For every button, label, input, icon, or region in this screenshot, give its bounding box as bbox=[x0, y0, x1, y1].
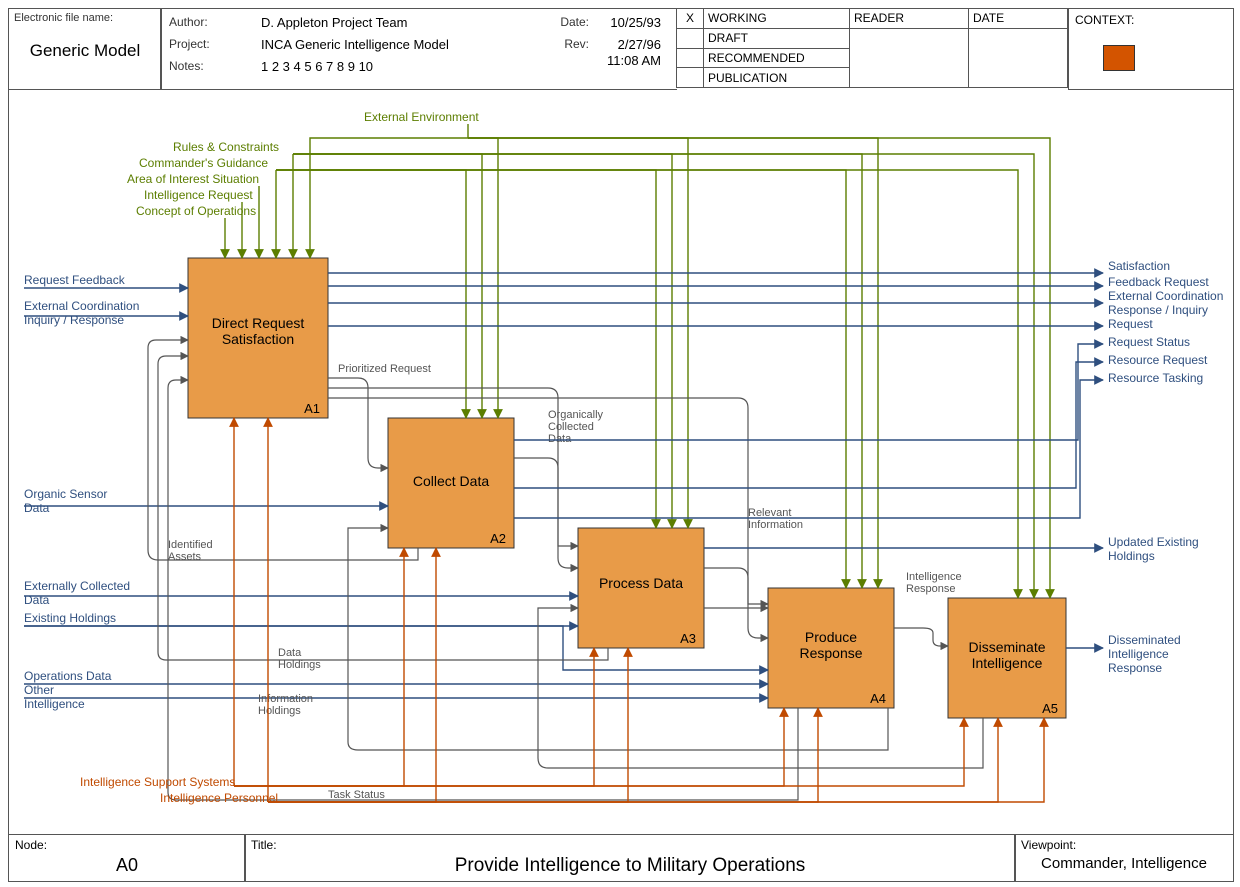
status-working: WORKING bbox=[704, 9, 850, 29]
mech-iss: Intelligence Support Systems bbox=[80, 775, 235, 789]
box-a1: Direct RequestSatisfaction A1 bbox=[188, 258, 328, 418]
a3-id: A3 bbox=[680, 631, 696, 646]
li-reqfb: Request Feedback bbox=[24, 273, 126, 287]
a4-id: A4 bbox=[870, 691, 886, 706]
ro-reqstatus: Request Status bbox=[1108, 335, 1190, 349]
title-label: Title: bbox=[245, 835, 1015, 855]
ctl-rules: Rules & Constraints bbox=[173, 140, 279, 154]
footer-block: Node: A0 Title: Provide Intelligence to … bbox=[8, 834, 1232, 880]
a5-id: A5 bbox=[1042, 701, 1058, 716]
author-label: Author: bbox=[169, 15, 208, 29]
box-a3: Process Data A3 bbox=[578, 528, 704, 648]
notes-value: 1 2 3 4 5 6 7 8 9 10 bbox=[261, 59, 373, 74]
lbl-intelresp: IntelligenceResponse bbox=[906, 571, 962, 595]
date-label: Date: bbox=[560, 15, 589, 29]
ro-sat: Satisfaction bbox=[1108, 259, 1170, 273]
ro-restask: Resource Tasking bbox=[1108, 371, 1203, 385]
ctl-aoi: Area of Interest Situation bbox=[127, 172, 259, 186]
context-swatch bbox=[1103, 45, 1135, 71]
lbl-prioritized: Prioritized Request bbox=[338, 363, 431, 375]
ctl-cmd: Commander's Guidance bbox=[139, 156, 268, 170]
notes-label: Notes: bbox=[169, 59, 204, 73]
lbl-datahold: DataHoldings bbox=[278, 647, 321, 671]
filename-cell: Electronic file name: Generic Model bbox=[8, 8, 162, 90]
control-labels: External Environment Rules & Constraints… bbox=[127, 110, 479, 218]
status-publication: PUBLICATION bbox=[704, 68, 850, 88]
rev-label: Rev: bbox=[564, 37, 589, 51]
status-draft: DRAFT bbox=[704, 28, 850, 48]
viewpoint-cell: Viewpoint: Commander, Intelligence bbox=[1014, 834, 1234, 882]
filename-label: Electronic file name: bbox=[9, 9, 161, 27]
lbl-relevant: RelevantInformation bbox=[748, 507, 803, 531]
a1-title: Direct RequestSatisfaction bbox=[212, 315, 305, 347]
a2-title: Collect Data bbox=[413, 473, 489, 489]
a5-title: DisseminateIntelligence bbox=[968, 639, 1045, 671]
a3-title: Process Data bbox=[599, 575, 683, 591]
ctl-extenv: External Environment bbox=[364, 110, 479, 124]
x-col: X bbox=[677, 9, 704, 29]
ro-fbreq: Feedback Request bbox=[1108, 275, 1209, 289]
status-cell: XWORKINGREADERDATE DRAFT RECOMMENDED PUB… bbox=[676, 8, 1068, 88]
gray-labels: Prioritized Request OrganicallyCollected… bbox=[168, 363, 962, 801]
rev-value: 2/27/96 bbox=[618, 37, 661, 52]
idef0-diagram: Electronic file name: Generic Model Auth… bbox=[0, 0, 1240, 887]
li-otherintel: OtherIntelligence bbox=[24, 683, 85, 711]
ro-dissem: DisseminatedIntelligenceResponse bbox=[1108, 633, 1181, 675]
a1-id: A1 bbox=[304, 401, 320, 416]
mech-ip: Intelligence Personnel bbox=[160, 791, 278, 805]
rev-time: 11:08 AM bbox=[607, 53, 661, 68]
node-label: Node: bbox=[9, 835, 245, 855]
diagram-svg: Direct RequestSatisfaction A1 Collect Da… bbox=[8, 88, 1232, 834]
project-label: Project: bbox=[169, 37, 210, 51]
li-extcoord: External CoordinationInquiry / Response bbox=[24, 299, 139, 327]
li-existing: Existing Holdings bbox=[24, 611, 116, 625]
title-value: Provide Intelligence to Military Operati… bbox=[245, 855, 1015, 877]
filename-value: Generic Model bbox=[9, 41, 161, 61]
ro-extcoord: External CoordinationResponse / Inquiry bbox=[1108, 289, 1223, 317]
ro-request: Request bbox=[1108, 317, 1153, 331]
project-value: INCA Generic Intelligence Model bbox=[261, 37, 449, 52]
viewpoint-label: Viewpoint: bbox=[1015, 835, 1233, 855]
box-a5: DisseminateIntelligence A5 bbox=[948, 598, 1066, 718]
context-cell: CONTEXT: bbox=[1068, 8, 1234, 90]
left-input-labels: Request Feedback External CoordinationIn… bbox=[24, 273, 139, 711]
title-cell: Title: Provide Intelligence to Military … bbox=[244, 834, 1016, 882]
mechanism-labels: Intelligence Support Systems Intelligenc… bbox=[80, 775, 278, 805]
box-a4: ProduceResponse A4 bbox=[768, 588, 894, 708]
box-a2: Collect Data A2 bbox=[388, 418, 514, 548]
author-value: D. Appleton Project Team bbox=[261, 15, 407, 30]
header-block: Electronic file name: Generic Model Auth… bbox=[8, 8, 1232, 88]
node-cell: Node: A0 bbox=[8, 834, 246, 882]
meta-cell: Author: D. Appleton Project Team Project… bbox=[160, 8, 677, 90]
ctl-conops: Concept of Operations bbox=[136, 204, 256, 218]
context-label: CONTEXT: bbox=[1069, 9, 1233, 31]
date-value: 10/25/93 bbox=[610, 15, 661, 30]
lbl-taskstatus: Task Status bbox=[328, 789, 385, 801]
ctl-intelreq: Intelligence Request bbox=[144, 188, 253, 202]
viewpoint-value: Commander, Intelligence bbox=[1015, 855, 1233, 872]
li-extcoll: Externally CollectedData bbox=[24, 579, 130, 607]
a2-id: A2 bbox=[490, 531, 506, 546]
lbl-infohold: InformationHoldings bbox=[258, 693, 313, 717]
ro-resreq: Resource Request bbox=[1108, 353, 1208, 367]
li-orgsensor: Organic SensorData bbox=[24, 487, 107, 515]
date-col: DATE bbox=[969, 9, 1068, 29]
node-value: A0 bbox=[9, 855, 245, 876]
a4-title: ProduceResponse bbox=[799, 629, 862, 661]
ro-updated: Updated ExistingHoldings bbox=[1108, 535, 1199, 563]
reader-label: READER bbox=[850, 9, 969, 29]
right-output-labels: Satisfaction Feedback Request External C… bbox=[1108, 259, 1223, 675]
li-opsdata: Operations Data bbox=[24, 669, 112, 683]
control-arrows bbox=[225, 124, 1050, 598]
status-recommended: RECOMMENDED bbox=[704, 48, 850, 68]
